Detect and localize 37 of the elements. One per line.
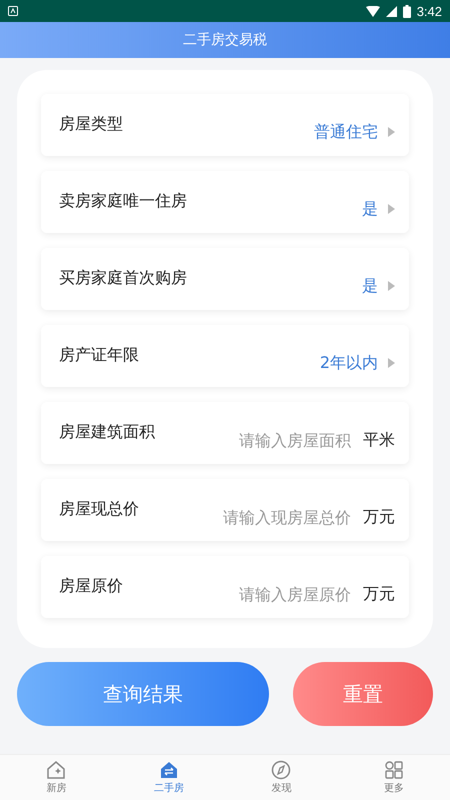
battery-icon	[402, 4, 411, 18]
grid-icon	[384, 760, 404, 780]
house-swap-icon	[158, 760, 179, 780]
clock: 3:42	[416, 4, 442, 18]
row-label: 房屋类型	[59, 114, 123, 135]
compass-icon	[271, 760, 292, 780]
row-label: 买房家庭首次购房	[59, 268, 187, 289]
unit-label: 平米	[363, 430, 395, 450]
input-field[interactable]: 请输入现房屋总价	[193, 506, 353, 528]
signal-icon	[386, 6, 397, 16]
select-value[interactable]: 2年以内	[320, 352, 378, 374]
arrow-icon	[388, 127, 395, 137]
arrow-icon	[388, 204, 395, 214]
tab[interactable]: 新房	[0, 755, 112, 800]
row-label: 房屋原价	[59, 576, 123, 597]
arrow-icon	[388, 281, 395, 291]
reset-button[interactable]: 重置	[293, 662, 433, 726]
query-button[interactable]: 查询结果	[17, 662, 269, 726]
house-sparkle-icon	[46, 760, 66, 780]
unit-label: 万元	[363, 584, 395, 604]
unit-label: 万元	[363, 506, 395, 528]
select-value[interactable]: 是	[362, 276, 378, 296]
notification-icon	[8, 6, 18, 16]
row-label: 房屋建筑面积	[59, 422, 155, 443]
row-label: 房产证年限	[59, 345, 139, 366]
arrow-icon	[388, 358, 395, 368]
select-value[interactable]: 普通住宅	[314, 122, 378, 142]
page-title: 二手房交易税	[183, 31, 267, 49]
wifi-icon	[366, 6, 380, 16]
row-label: 房屋现总价	[59, 499, 139, 520]
tab[interactable]: 更多	[338, 755, 450, 800]
input-field[interactable]: 请输入房屋面积	[193, 430, 353, 450]
row-label: 卖房家庭唯一住房	[59, 191, 187, 212]
tab[interactable]: 发现	[225, 755, 338, 800]
tab[interactable]: 二手房	[112, 755, 225, 800]
input-field[interactable]: 请输入房屋原价	[193, 584, 353, 604]
select-value[interactable]: 是	[362, 198, 378, 220]
